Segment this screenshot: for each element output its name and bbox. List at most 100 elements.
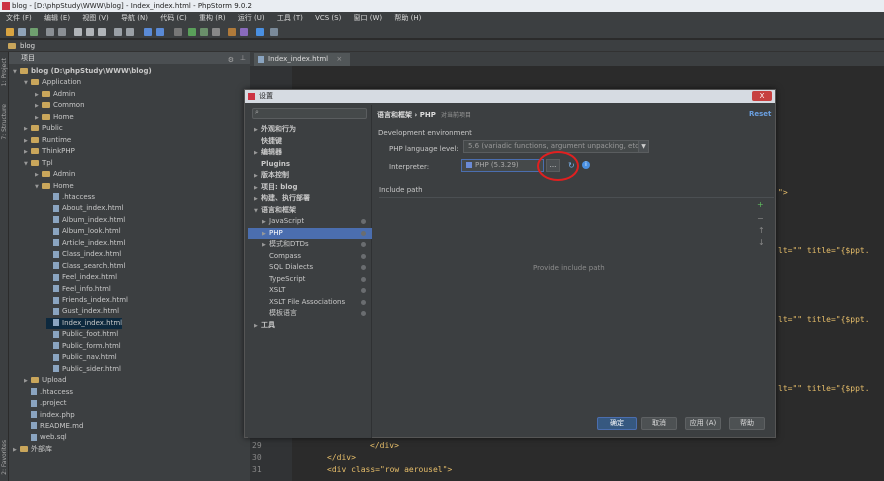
tree-file[interactable]: Class_index.html <box>46 249 121 260</box>
tree-file[interactable]: Article_index.html <box>46 238 125 249</box>
chevron-right-icon[interactable]: ▶ <box>262 229 269 240</box>
tree-file[interactable]: Friends_index.html <box>46 295 128 306</box>
hide-panel-icon[interactable]: ⊥ <box>240 52 246 64</box>
chevron-right-icon[interactable]: ▶ <box>24 147 31 158</box>
include-path-list[interactable] <box>379 197 774 392</box>
chevron-right-icon[interactable]: ▶ <box>24 124 31 135</box>
ok-button[interactable]: 确定 <box>597 417 637 430</box>
tree-folder[interactable]: ▶ Admin <box>35 89 75 100</box>
code-line[interactable]: </div> <box>327 453 356 462</box>
code-line[interactable]: <div class="row aerousel"> <box>327 465 452 474</box>
settings-nav-item[interactable]: 快捷键 <box>248 136 372 147</box>
help-button[interactable]: 帮助 <box>729 417 765 430</box>
code-fragment[interactable]: lt="" title="{$ppt. <box>778 246 870 255</box>
chevron-right-icon[interactable]: ▶ <box>254 321 261 332</box>
settings-search-input[interactable]: ⌕ <box>252 108 367 119</box>
paste-icon[interactable] <box>98 28 106 36</box>
chevron-right-icon[interactable]: ▶ <box>35 101 42 112</box>
chevron-right-icon[interactable]: ▶ <box>35 170 42 181</box>
tree-file[interactable]: Album_index.html <box>46 215 125 226</box>
tab-index-index-html[interactable]: Index_index.html × <box>254 53 351 66</box>
sync-icon[interactable] <box>30 28 38 36</box>
settings-nav-item[interactable]: ▼ 语言和框架 <box>248 205 372 216</box>
tree-file[interactable]: Public_sider.html <box>46 364 121 375</box>
chevron-right-icon[interactable]: ▶ <box>35 90 42 101</box>
help-icon[interactable] <box>256 28 264 36</box>
favorites-tool-tab[interactable]: 2: Favorites <box>1 440 8 475</box>
tree-folder[interactable]: ▶ Upload <box>24 375 67 386</box>
tree-folder[interactable]: ▶ Home <box>35 112 74 123</box>
undo-icon[interactable] <box>46 28 54 36</box>
copy-icon[interactable] <box>86 28 94 36</box>
menu-vcs[interactable]: VCS (S) <box>315 14 341 22</box>
save-icon[interactable] <box>18 28 26 36</box>
code-fragment[interactable]: lt="" title="{$ppt. <box>778 315 870 324</box>
settings-nav-item[interactable]: ▶ 构建、执行部署 <box>248 193 372 204</box>
info-icon[interactable]: i <box>582 161 590 169</box>
tree-file[interactable]: .project <box>24 398 67 409</box>
tree-folder[interactable]: ▼ Application <box>24 77 81 88</box>
chevron-down-icon[interactable]: ▼ <box>24 78 31 89</box>
menu-code[interactable]: 代码 (C) <box>160 14 187 22</box>
move-down-icon[interactable]: ↓ <box>758 238 765 247</box>
code-fragment[interactable]: lt="" title="{$ppt. <box>778 384 870 393</box>
reset-link[interactable]: Reset <box>749 110 771 118</box>
tree-file[interactable]: Feel_index.html <box>46 272 117 283</box>
tree-file[interactable]: .htaccess <box>46 192 95 203</box>
chevron-right-icon[interactable]: ▶ <box>254 125 261 136</box>
tree-folder[interactable]: ▶ Common <box>35 100 85 111</box>
settings-icon[interactable] <box>228 28 236 36</box>
tree-file[interactable]: Album_look.html <box>46 226 121 237</box>
settings-nav-item[interactable]: SQL Dialects <box>248 262 372 273</box>
tree-file[interactable]: Public_foot.html <box>46 329 118 340</box>
tree-file[interactable]: web.sql <box>24 432 67 443</box>
settings-nav-item[interactable]: ▶ JavaScript <box>248 216 372 227</box>
menu-tools[interactable]: 工具 (T) <box>277 14 303 22</box>
open-icon[interactable] <box>6 28 14 36</box>
tree-file[interactable]: Public_form.html <box>46 341 121 352</box>
settings-nav-item[interactable]: ▶ 编辑器 <box>248 147 372 158</box>
chevron-right-icon[interactable]: ▶ <box>35 113 42 124</box>
move-up-icon[interactable]: ↑ <box>758 226 765 235</box>
chevron-down-icon[interactable]: ▼ <box>35 182 42 193</box>
chevron-right-icon[interactable]: ▶ <box>262 240 269 251</box>
tree-folder[interactable]: ▼ blog (D:\phpStudy\WWW\blog) <box>13 66 152 77</box>
menu-file[interactable]: 文件 (F) <box>6 14 32 22</box>
settings-nav-item[interactable]: ▶ 项目: blog <box>248 182 372 193</box>
tree-folder[interactable]: ▼ Tpl <box>24 158 53 169</box>
chevron-down-icon[interactable]: ▼ <box>24 159 31 170</box>
project-tool-tab[interactable]: 1: Project <box>1 58 8 86</box>
chevron-right-icon[interactable]: ▶ <box>24 376 31 387</box>
tree-file[interactable]: Public_nav.html <box>46 352 117 363</box>
close-dialog-button[interactable]: X <box>752 91 772 101</box>
find-icon[interactable] <box>114 28 122 36</box>
debug-icon[interactable] <box>200 28 208 36</box>
close-tab-icon[interactable]: × <box>336 55 342 63</box>
settings-nav-item[interactable]: 模板语言 <box>248 308 372 319</box>
settings-nav-item[interactable]: ▶ 模式和DTDs <box>248 239 372 250</box>
settings-nav-item[interactable]: ▶ 版本控制 <box>248 170 372 181</box>
menu-navigate[interactable]: 导航 (N) <box>121 14 148 22</box>
tree-file[interactable]: About_index.html <box>46 203 124 214</box>
tree-folder[interactable]: ▶ ThinkPHP <box>24 146 75 157</box>
chevron-down-icon[interactable]: ▼ <box>254 206 261 217</box>
chevron-right-icon[interactable]: ▶ <box>254 183 261 194</box>
chevron-right-icon[interactable]: ▶ <box>254 194 261 205</box>
tree-file[interactable]: .htaccess <box>24 387 73 398</box>
menu-view[interactable]: 视图 (V) <box>82 14 108 22</box>
interpreter-select[interactable]: PHP (5.3.29) <box>461 159 544 172</box>
tree-file[interactable]: index.php <box>24 410 75 421</box>
forward-icon[interactable] <box>156 28 164 36</box>
breadcrumb-blog[interactable]: blog <box>20 42 35 50</box>
code-fragment[interactable]: "> <box>778 188 788 197</box>
chevron-right-icon[interactable]: ▶ <box>13 445 20 456</box>
settings-nav-item[interactable]: ▶ 工具 <box>248 320 372 331</box>
cancel-button[interactable]: 取消 <box>641 417 677 430</box>
tree-folder[interactable]: ▶ 外部库 <box>13 444 52 455</box>
tree-file[interactable]: Index_index.html <box>46 317 123 329</box>
tree-file[interactable]: Gust_index.html <box>46 306 119 317</box>
add-icon[interactable]: + <box>757 200 764 209</box>
menu-run[interactable]: 运行 (U) <box>238 14 265 22</box>
run-icon[interactable] <box>188 28 196 36</box>
terminal-icon[interactable] <box>270 28 278 36</box>
